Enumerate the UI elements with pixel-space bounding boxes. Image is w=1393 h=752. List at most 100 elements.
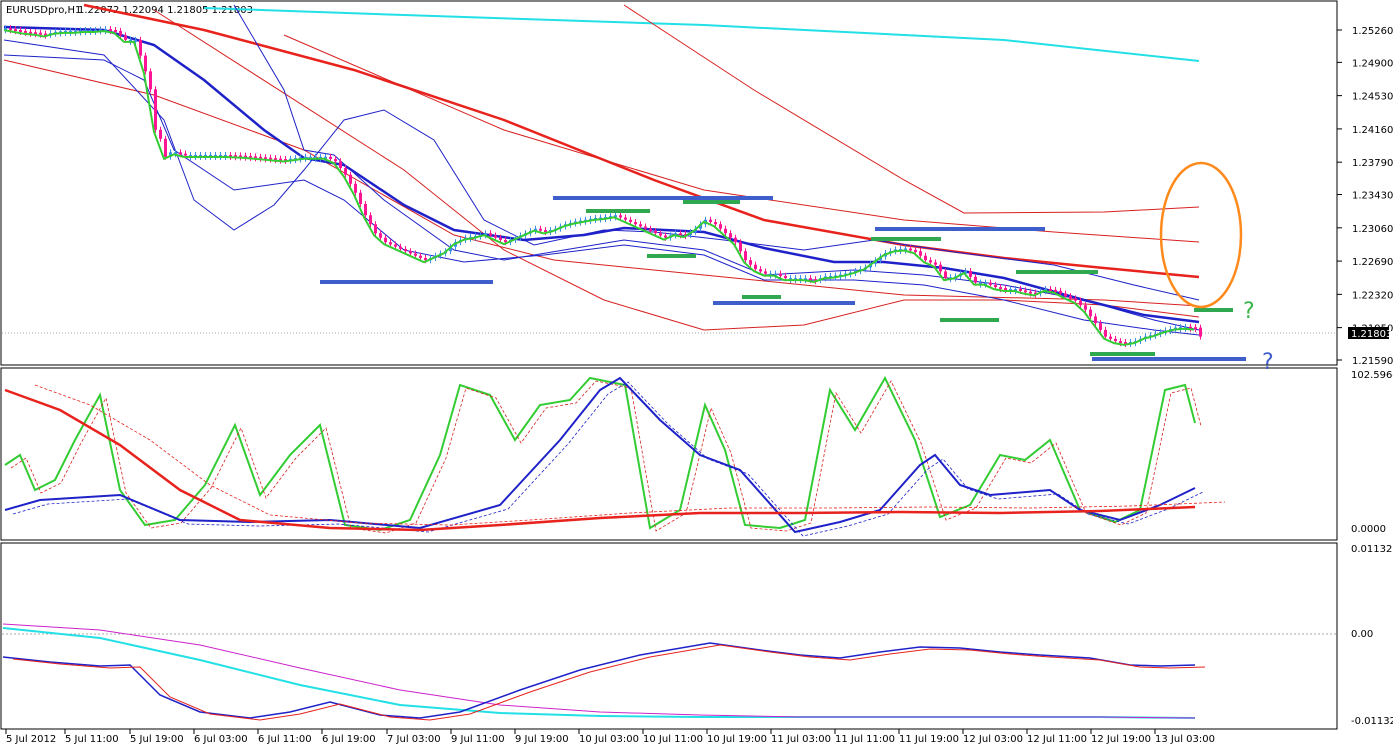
candle-body — [619, 215, 622, 218]
time-tick-label: 11 Jul 03:00 — [771, 734, 831, 745]
chart-canvas[interactable]: EURUSDpro,H1 1.22072 1.22094 1.21805 1.2… — [0, 0, 1393, 748]
candle-body — [1109, 336, 1112, 339]
macd-zero-tick: 0.00 — [1351, 629, 1373, 640]
candle-body — [349, 174, 352, 184]
time-tick-label: 5 Jul 2012 — [6, 734, 56, 745]
candle-body — [504, 239, 507, 243]
candle-body — [184, 153, 187, 156]
candle-body — [754, 264, 757, 270]
candle-body — [1194, 327, 1197, 330]
candle-body — [999, 287, 1002, 290]
candle-body — [419, 255, 422, 258]
macd-panel-frame — [0, 542, 1338, 730]
time-tick-label: 13 Jul 03:00 — [1155, 734, 1215, 745]
candle-body — [1054, 289, 1057, 292]
candle-body — [719, 224, 722, 229]
time-tick-label: 6 Jul 11:00 — [258, 734, 312, 745]
chart-ohlc-readout: 1.22072 1.22094 1.21805 1.21803 — [78, 5, 253, 16]
candle-body — [1084, 305, 1087, 310]
macd-top-tick: 0.01132 — [1351, 544, 1392, 555]
candle-body — [1119, 341, 1122, 344]
macd-panel[interactable] — [0, 542, 1338, 730]
candle-body — [354, 183, 357, 193]
candle-body — [919, 251, 922, 256]
price-tick-label: 1.23430 — [1352, 191, 1393, 202]
candle-body — [1104, 329, 1107, 337]
candle-body — [414, 253, 417, 256]
time-tick-label: 5 Jul 11:00 — [65, 734, 119, 745]
candle-body — [659, 233, 662, 236]
chart-symbol-title: EURUSDpro,H1 — [6, 5, 81, 16]
candle-body — [1094, 316, 1097, 324]
candle-body — [344, 168, 347, 175]
candle-body — [149, 71, 152, 90]
current-price-label: 1.21803 — [1351, 329, 1392, 340]
candle-body — [1114, 338, 1117, 342]
candle-body — [1089, 309, 1092, 317]
price-tick-label: 1.24900 — [1352, 58, 1393, 69]
time-tick-label: 12 Jul 03:00 — [963, 734, 1023, 745]
candle-body — [759, 269, 762, 272]
main-panel[interactable] — [0, 0, 1338, 366]
candle-body — [494, 235, 497, 238]
candle-body — [424, 257, 427, 261]
price-tick-label: 1.23060 — [1352, 224, 1393, 235]
candle-body — [489, 233, 492, 236]
candle-body — [714, 221, 717, 225]
candle-body — [364, 203, 367, 216]
candle-body — [1069, 296, 1072, 299]
candle-body — [404, 248, 407, 252]
candle-body — [969, 270, 972, 277]
candle-body — [744, 251, 747, 261]
candle-body — [14, 29, 17, 32]
candle-body — [359, 192, 362, 204]
candle-body — [334, 159, 337, 162]
candle-body — [9, 28, 12, 31]
candle-body — [24, 30, 27, 33]
main-panel-frame — [0, 0, 1338, 366]
candle-body — [1079, 300, 1082, 306]
price-tick-label: 1.21590 — [1352, 356, 1393, 367]
candle-body — [709, 219, 712, 222]
candle-body — [139, 39, 142, 56]
candle-body — [944, 271, 947, 279]
candle-body — [409, 251, 412, 254]
price-tick-label: 1.22320 — [1352, 290, 1393, 301]
candle-body — [179, 152, 182, 155]
candle-body — [1049, 288, 1052, 291]
candle-body — [1099, 323, 1102, 330]
chart-window[interactable]: EURUSDpro,H1 1.22072 1.22094 1.21805 1.2… — [0, 0, 1393, 748]
candle-body — [119, 30, 122, 36]
candle-body — [159, 129, 162, 139]
candle-body — [154, 89, 157, 130]
time-tick-label: 10 Jul 19:00 — [707, 734, 767, 745]
candle-body — [929, 260, 932, 263]
candle-body — [784, 275, 787, 279]
candle-body — [369, 215, 372, 225]
candle-body — [924, 255, 927, 261]
candle-body — [679, 233, 682, 236]
candle-body — [124, 35, 127, 40]
time-tick-label: 5 Jul 19:00 — [130, 734, 184, 745]
price-tick-label: 1.24530 — [1352, 92, 1393, 103]
candle-body — [664, 235, 667, 238]
candle-body — [739, 242, 742, 252]
time-tick-label: 6 Jul 19:00 — [322, 734, 376, 745]
candle-body — [734, 237, 737, 243]
time-tick-label: 9 Jul 11:00 — [451, 734, 505, 745]
candle-body — [379, 233, 382, 238]
candle-body — [624, 217, 627, 220]
time-tick-label: 12 Jul 11:00 — [1027, 734, 1087, 745]
candle-body — [764, 271, 767, 274]
candle-body — [114, 30, 117, 32]
candle-body — [19, 30, 22, 32]
candle-body — [809, 278, 812, 281]
candle-body — [779, 273, 782, 276]
stochastic-top-tick: 102.5964 — [1351, 370, 1393, 381]
candle-body — [1004, 288, 1007, 291]
time-tick-label: 10 Jul 11:00 — [643, 734, 703, 745]
time-tick-label: 11 Jul 19:00 — [899, 734, 959, 745]
candle-body — [634, 221, 637, 225]
candle-body — [639, 224, 642, 227]
candle-body — [374, 224, 377, 234]
